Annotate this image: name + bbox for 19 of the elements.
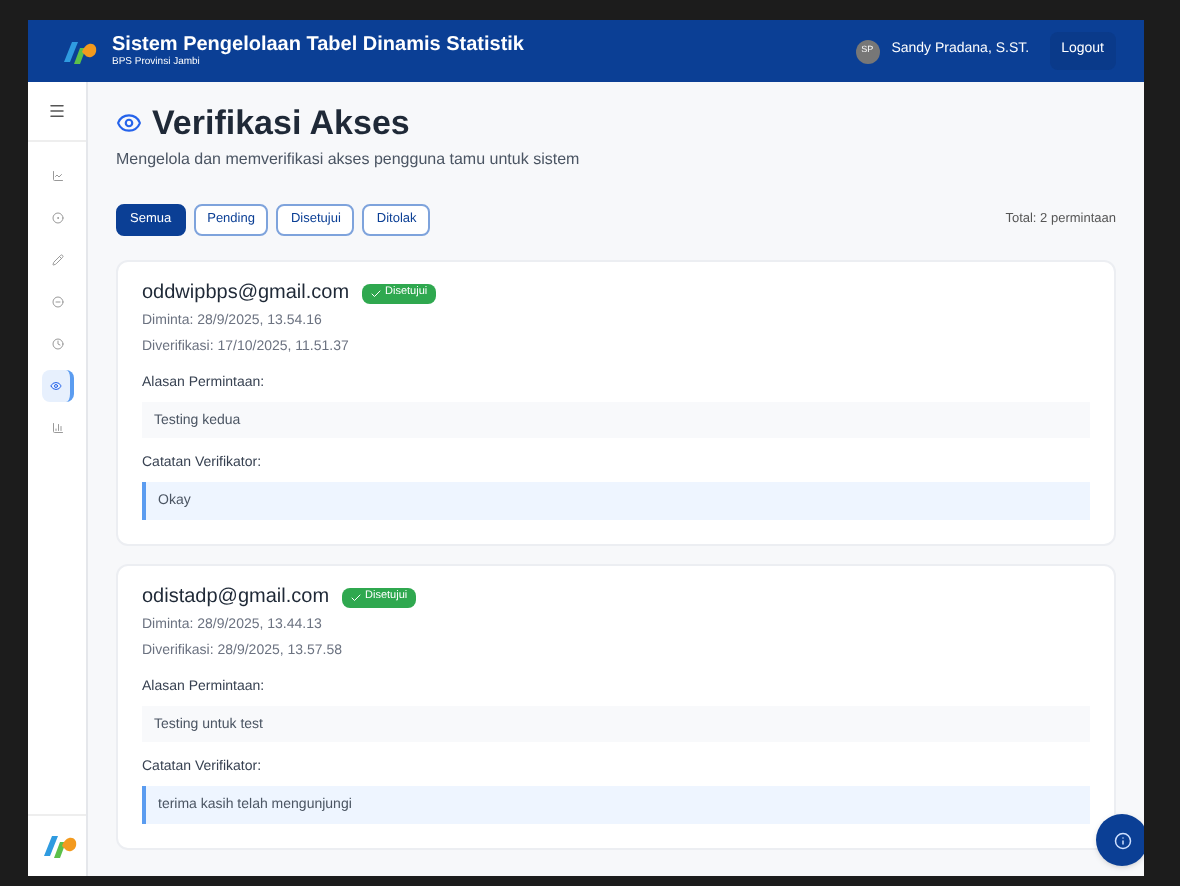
pencil-icon bbox=[51, 254, 63, 266]
bar-chart-icon bbox=[51, 422, 63, 434]
circle-icon bbox=[51, 212, 63, 224]
eye-icon bbox=[49, 380, 61, 392]
check-icon bbox=[369, 288, 382, 300]
page-title: Verifikasi Akses bbox=[152, 106, 410, 140]
app-title: Sistem Pengelolaan Tabel Dinamis Statistik bbox=[112, 35, 524, 55]
email: odistadp@gmail.com bbox=[142, 588, 330, 608]
email: oddwipbps@gmail.com bbox=[142, 284, 350, 304]
eye-icon bbox=[116, 110, 142, 136]
menu-icon[interactable] bbox=[48, 102, 66, 120]
info-button[interactable] bbox=[1096, 814, 1144, 866]
check-icon bbox=[349, 592, 362, 604]
line-chart-icon bbox=[51, 170, 63, 182]
clock-icon bbox=[51, 338, 63, 350]
info-icon bbox=[1113, 831, 1131, 849]
minus-circle-icon bbox=[51, 296, 63, 308]
sidebar-item[interactable] bbox=[41, 370, 73, 402]
page-description: Mengelola dan memverifikasi akses pengguna tamu untuk sistem bbox=[116, 152, 582, 168]
